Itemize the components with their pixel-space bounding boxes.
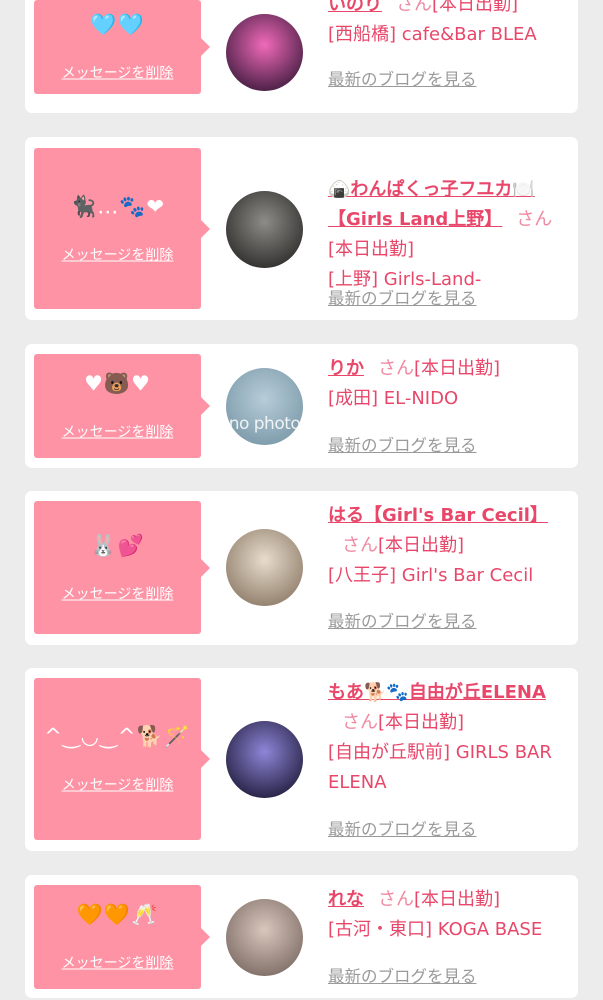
cast-info: もあ🐕🐾自由が丘ELENA さん[本日出勤] [自由が丘駅前] GIRLS BAR … <box>328 678 573 798</box>
cast-name-link[interactable]: はる【Girl's Bar Cecil】 <box>328 505 548 526</box>
message-emoji: ♥🐻♥ <box>84 371 151 396</box>
message-card: ♥🐻♥ メッセージを削除 no photo りか さん[本日出勤] [成田] EL-NID… <box>25 344 578 468</box>
message-emoji: 🐰💕 <box>90 533 145 557</box>
avatar[interactable] <box>226 721 303 798</box>
latest-blog-link[interactable]: 最新のブログを見る <box>328 963 477 987</box>
honorific-label: さん <box>396 0 432 15</box>
work-status: [本日出勤] <box>414 358 501 379</box>
delete-message-link[interactable]: メッセージを削除 <box>62 583 174 603</box>
message-bubble: 🩵🩵 メッセージを削除 <box>34 0 210 94</box>
message-card: 🐈‍⬛…🐾❤ メッセージを削除 🍙わんぱくっ子フユカ🍽️【Girls Land上野】… <box>25 137 578 320</box>
work-status: [本日出勤] <box>378 535 465 556</box>
cast-info: はる【Girl's Bar Cecil】さん[本日出勤] [八王子] Girl's… <box>328 501 573 591</box>
shop-name: [西船橋] cafe&Bar BLEA <box>328 24 537 45</box>
shop-name: [八王子] Girl's Bar Cecil <box>328 565 534 586</box>
honorific-label: さん <box>342 535 378 556</box>
delete-message-link[interactable]: メッセージを削除 <box>62 63 174 83</box>
cast-info: れな さん[本日出勤] [古河・東口] KOGA BASE <box>328 885 573 945</box>
honorific-label: さん <box>378 889 414 910</box>
message-bubble-content: ♥🐻♥ メッセージを削除 <box>34 371 201 442</box>
cast-info: いのり さん[本日出勤] [西船橋] cafe&Bar BLEA <box>328 0 573 50</box>
cast-name-link[interactable]: いのり <box>328 0 382 15</box>
cast-name-link[interactable]: れな <box>328 889 364 910</box>
work-status: [本日出勤] <box>414 889 501 910</box>
message-emoji: ^‿◡‿^🐕🪄 <box>44 724 191 749</box>
avatar[interactable] <box>226 191 303 268</box>
honorific-label: さん <box>516 209 553 230</box>
message-bubble: ^‿◡‿^🐕🪄 メッセージを削除 <box>34 678 210 840</box>
message-bubble-content: 🧡🧡🥂 メッセージを削除 <box>34 902 201 973</box>
message-emoji: 🐈‍⬛…🐾❤ <box>70 194 165 218</box>
message-bubble-content: 🐰💕 メッセージを削除 <box>34 532 201 603</box>
cast-name-link[interactable]: りか <box>328 358 364 379</box>
avatar[interactable] <box>226 14 303 91</box>
message-emoji: 🧡🧡🥂 <box>76 902 159 927</box>
cast-name-link[interactable]: もあ🐕🐾自由が丘ELENA <box>328 682 546 703</box>
message-bubble-content: 🐈‍⬛…🐾❤ メッセージを削除 <box>34 193 201 264</box>
work-status: [本日出勤] <box>378 712 465 733</box>
shop-name: [成田] EL-NIDO <box>328 388 459 409</box>
message-bubble: 🧡🧡🥂 メッセージを削除 <box>34 885 210 989</box>
message-card: 🧡🧡🥂 メッセージを削除 れな さん[本日出勤] [古河・東口] KOGA BASE 最新… <box>25 875 578 998</box>
latest-blog-link[interactable]: 最新のブログを見る <box>328 608 477 632</box>
message-bubble: ♥🐻♥ メッセージを削除 <box>34 354 210 458</box>
honorific-label: さん <box>342 712 378 733</box>
message-bubble: 🐰💕 メッセージを削除 <box>34 501 210 634</box>
work-status: [本日出勤] <box>328 239 415 260</box>
avatar[interactable] <box>226 899 303 976</box>
no-photo-label: no photo <box>228 414 301 434</box>
shop-name: [自由が丘駅前] GIRLS BAR ELENA <box>328 742 552 793</box>
delete-message-link[interactable]: メッセージを削除 <box>62 953 174 973</box>
message-emoji: 🩵🩵 <box>90 12 145 37</box>
shop-name: [古河・東口] KOGA BASE <box>328 919 543 940</box>
delete-message-link[interactable]: メッセージを削除 <box>62 775 174 795</box>
message-card: 🩵🩵 メッセージを削除 いのり さん[本日出勤] [西船橋] cafe&Bar BLEA… <box>25 0 578 113</box>
avatar[interactable] <box>226 529 303 606</box>
message-card: ^‿◡‿^🐕🪄 メッセージを削除 もあ🐕🐾自由が丘ELENA さん[本日出勤] [自由が… <box>25 668 578 851</box>
cast-name-link[interactable]: 🍙わんぱくっ子フユカ🍽️【Girls Land上野】 <box>328 179 535 230</box>
message-bubble-content: 🩵🩵 メッセージを削除 <box>34 12 201 83</box>
latest-blog-link[interactable]: 最新のブログを見る <box>328 285 477 309</box>
delete-message-link[interactable]: メッセージを削除 <box>62 422 174 442</box>
honorific-label: さん <box>378 358 414 379</box>
avatar[interactable]: no photo <box>226 368 303 445</box>
message-card: 🐰💕 メッセージを削除 はる【Girl's Bar Cecil】さん[本日出勤] [八… <box>25 491 578 645</box>
delete-message-link[interactable]: メッセージを削除 <box>62 244 174 264</box>
latest-blog-link[interactable]: 最新のブログを見る <box>328 432 477 456</box>
cast-info: 🍙わんぱくっ子フユカ🍽️【Girls Land上野】 さん[本日出勤] [上野] G… <box>328 175 573 295</box>
latest-blog-link[interactable]: 最新のブログを見る <box>328 816 477 840</box>
cast-info: りか さん[本日出勤] [成田] EL-NIDO <box>328 354 573 414</box>
work-status: [本日出勤] <box>432 0 519 15</box>
latest-blog-link[interactable]: 最新のブログを見る <box>328 66 477 90</box>
message-bubble-content: ^‿◡‿^🐕🪄 メッセージを削除 <box>34 724 201 795</box>
message-bubble: 🐈‍⬛…🐾❤ メッセージを削除 <box>34 148 210 309</box>
message-list: 🩵🩵 メッセージを削除 いのり さん[本日出勤] [西船橋] cafe&Bar BLEA… <box>0 0 603 1000</box>
